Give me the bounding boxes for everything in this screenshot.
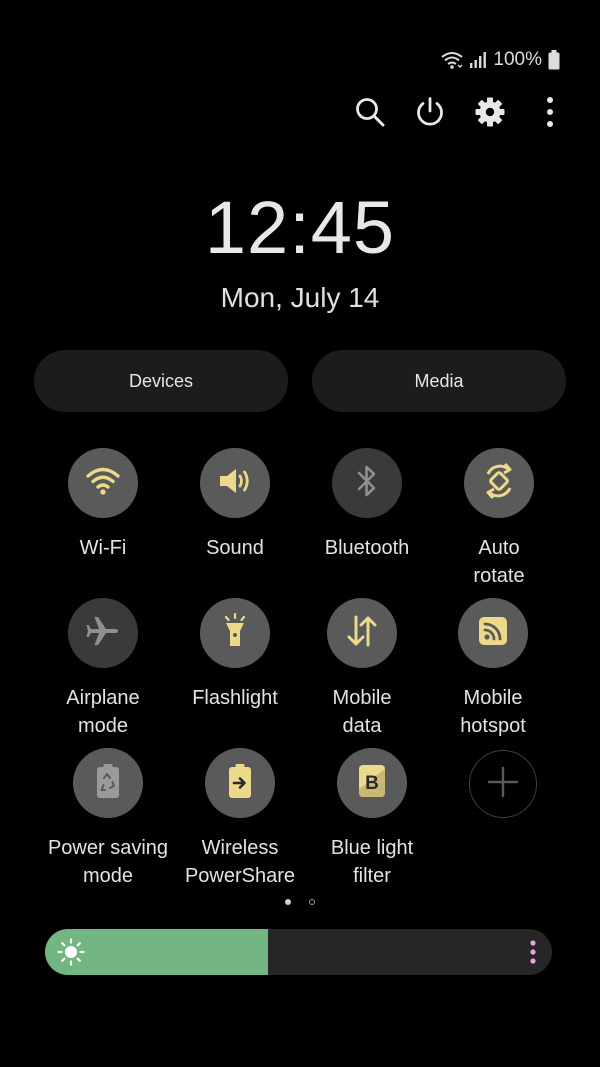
battery-percent: 100%	[493, 49, 542, 70]
rotate-icon	[479, 461, 519, 506]
tile-blue-light-filter-button[interactable]: B	[337, 748, 407, 818]
page-dot-active[interactable]	[285, 899, 291, 905]
tile-airplane-mode-button[interactable]	[68, 598, 138, 668]
tile-airplane-mode[interactable]: Airplane mode	[38, 598, 168, 740]
tile-mobile-hotspot-label: Mobile hotspot	[460, 687, 526, 737]
plus-icon	[486, 765, 520, 804]
tile-blue-light-filter-label: Blue light filter	[330, 837, 414, 887]
battery-share-icon	[227, 763, 253, 804]
tile-bluetooth-button[interactable]	[332, 448, 402, 518]
brightness-more-icon[interactable]	[524, 938, 542, 966]
tile-bluetooth[interactable]: Bluetooth	[302, 448, 432, 562]
sun-icon	[57, 938, 85, 966]
tile-flashlight[interactable]: Flashlight	[170, 598, 300, 712]
tile-power-saving-mode-button[interactable]	[73, 748, 143, 818]
battery-recycle-icon	[95, 763, 121, 804]
tile-power-saving-mode-label: Power saving mode	[47, 837, 169, 887]
tile-wifi[interactable]: Wi-Fi	[38, 448, 168, 562]
tile-sound-label: Sound	[206, 537, 264, 559]
blue-light-icon: B	[356, 763, 388, 804]
tile-sound[interactable]: Sound	[170, 448, 300, 562]
tile-blue-light-filter[interactable]: B Blue light filter	[307, 748, 437, 890]
signal-icon	[469, 51, 487, 69]
tile-wifi-label: Wi-Fi	[79, 537, 127, 559]
page-dot-inactive[interactable]	[309, 899, 315, 905]
clock-time: 12:45	[204, 186, 396, 269]
devices-media-row: Devices Media	[34, 350, 566, 412]
flashlight-icon	[220, 612, 250, 654]
page-indicator	[0, 899, 600, 905]
svg-text:B: B	[365, 773, 379, 794]
airplane-icon	[85, 613, 121, 654]
tile-wifi-button[interactable]	[68, 448, 138, 518]
brightness-slider[interactable]	[45, 929, 552, 975]
devices-button[interactable]: Devices	[34, 350, 288, 412]
battery-icon	[548, 50, 560, 70]
data-arrows-icon	[345, 614, 379, 653]
tile-power-saving-mode[interactable]: Power saving mode	[43, 748, 173, 890]
tile-mobile-data[interactable]: Mobile data	[297, 598, 427, 740]
tile-wireless-powershare-label: Wireless PowerShare	[184, 837, 296, 887]
tile-auto-rotate-button[interactable]	[464, 448, 534, 518]
gear-icon[interactable]	[470, 90, 510, 134]
search-icon[interactable]	[350, 90, 390, 134]
wifi-icon	[86, 466, 120, 501]
tile-mobile-hotspot[interactable]: Mobile hotspot	[428, 598, 558, 740]
status-bar: 100%	[441, 46, 560, 74]
tile-flashlight-button[interactable]	[200, 598, 270, 668]
tile-flashlight-label: Flashlight	[192, 687, 278, 709]
tile-wireless-powershare[interactable]: Wireless PowerShare	[175, 748, 305, 890]
media-button[interactable]: Media	[312, 350, 566, 412]
tile-sound-button[interactable]	[200, 448, 270, 518]
tile-mobile-hotspot-button[interactable]	[458, 598, 528, 668]
tile-bluetooth-label: Bluetooth	[324, 537, 410, 559]
top-actions	[350, 90, 570, 134]
quick-settings-grid: Wi-Fi Sound Bluetooth Auto rotate Airpla…	[0, 448, 600, 900]
power-icon[interactable]	[410, 90, 450, 134]
hotspot-icon	[476, 614, 510, 653]
wifi-icon	[441, 51, 464, 69]
tile-add[interactable]	[438, 750, 568, 818]
tile-mobile-data-label: Mobile data	[332, 687, 392, 737]
speaker-icon	[217, 466, 253, 501]
tile-mobile-data-button[interactable]	[327, 598, 397, 668]
tile-auto-rotate-label: Auto rotate	[473, 537, 525, 587]
add-tile-button[interactable]	[469, 750, 537, 818]
bluetooth-icon	[355, 464, 379, 503]
tile-airplane-mode-label: Airplane mode	[66, 687, 140, 737]
more-vertical-icon[interactable]	[530, 90, 570, 134]
clock-date: Mon, July 14	[220, 282, 380, 313]
tile-auto-rotate[interactable]: Auto rotate	[434, 448, 564, 590]
tile-wireless-powershare-button[interactable]	[205, 748, 275, 818]
